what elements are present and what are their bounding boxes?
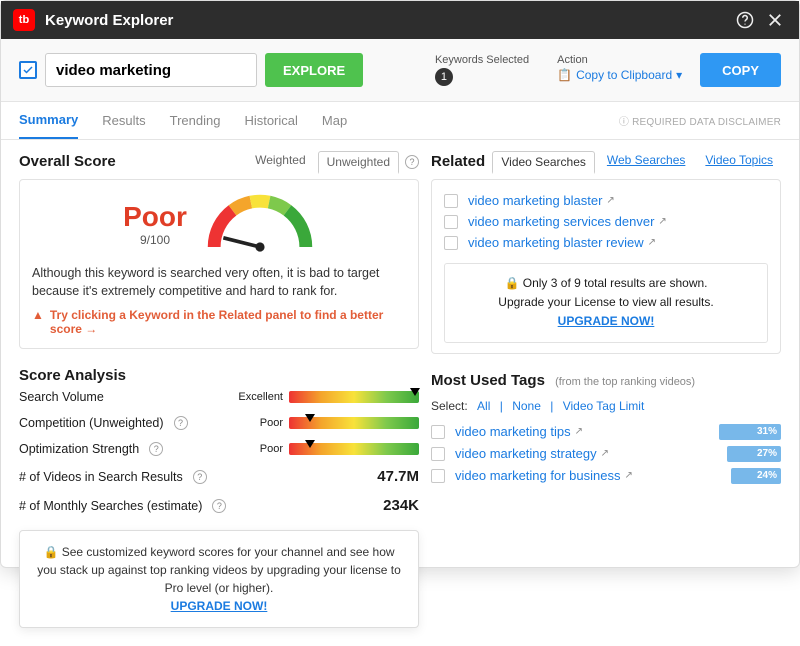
keyword-input[interactable]	[45, 53, 257, 87]
score-word: Poor	[123, 201, 187, 233]
select-limit[interactable]: Video Tag Limit	[563, 399, 645, 413]
keywords-selected-count: 1	[435, 68, 453, 86]
related-link[interactable]: video marketing blaster review	[468, 235, 644, 250]
tag-link[interactable]: video marketing for business	[455, 468, 620, 483]
close-icon[interactable]	[763, 8, 787, 32]
item-checkbox[interactable]	[444, 215, 458, 229]
item-checkbox[interactable]	[444, 194, 458, 208]
rel-tab-video-topics[interactable]: Video Topics	[697, 150, 781, 173]
gauge-icon	[205, 192, 315, 256]
keyword-checkbox[interactable]	[19, 61, 37, 79]
external-icon[interactable]: ↗	[648, 237, 656, 248]
tab-historical[interactable]: Historical	[244, 103, 297, 138]
tubebuddy-logo: tb	[13, 9, 35, 31]
sa-row-monthly-searches: # of Monthly Searches (estimate)? 234K	[19, 491, 419, 520]
score-description: Although this keyword is searched very o…	[32, 264, 406, 300]
related-item: video marketing blaster review ↗	[444, 232, 768, 253]
subtab-unweighted[interactable]: Unweighted	[318, 151, 399, 174]
upgrade-link[interactable]: UPGRADE NOW!	[171, 599, 268, 613]
action-label: Action	[557, 54, 682, 66]
tag-pct: 27%	[727, 446, 781, 462]
related-link[interactable]: video marketing blaster	[468, 193, 602, 208]
related-title: Related	[431, 153, 492, 170]
tag-item: video marketing for business ↗ 24%	[431, 465, 781, 487]
upgrade-link[interactable]: UPGRADE NOW!	[558, 314, 655, 328]
help-icon[interactable]: ?	[405, 155, 419, 169]
help-icon[interactable]: ?	[149, 442, 163, 456]
score-analysis-title: Score Analysis	[19, 367, 419, 384]
external-icon[interactable]: ↗	[658, 216, 666, 227]
app-title: Keyword Explorer	[45, 12, 727, 29]
copy-icon: 📋	[557, 68, 572, 82]
tag-item: video marketing strategy ↗ 27%	[431, 443, 781, 465]
rel-tab-video-searches[interactable]: Video Searches	[492, 151, 595, 174]
help-icon[interactable]: ?	[212, 499, 226, 513]
external-icon[interactable]: ↗	[624, 470, 632, 481]
help-icon[interactable]	[733, 8, 757, 32]
warning-icon: ▲	[32, 308, 44, 322]
copy-button[interactable]: COPY	[700, 53, 781, 87]
overall-score-panel: Poor 9/100 Although this keyword is sear…	[19, 179, 419, 349]
related-item: video marketing services denver ↗	[444, 211, 768, 232]
external-icon[interactable]: ↗	[575, 426, 583, 437]
tag-link[interactable]: video marketing tips	[455, 424, 571, 439]
sa-row-search-volume: Search Volume Excellent	[19, 384, 419, 410]
tag-link[interactable]: video marketing strategy	[455, 446, 597, 461]
select-label: Select:	[431, 399, 468, 413]
external-icon[interactable]: ↗	[606, 195, 614, 206]
score-tip[interactable]: ▲ Try clicking a Keyword in the Related …	[32, 308, 406, 336]
keywords-selected: Keywords Selected 1	[435, 54, 529, 86]
sa-row-competition: Competition (Unweighted)? Poor	[19, 410, 419, 436]
item-checkbox[interactable]	[431, 469, 445, 483]
related-item: video marketing blaster ↗	[444, 190, 768, 211]
tab-results[interactable]: Results	[102, 103, 145, 138]
tab-trending[interactable]: Trending	[170, 103, 221, 138]
tag-pct: 31%	[719, 424, 781, 440]
upgrade-popover: 🔒 See customized keyword scores for your…	[19, 530, 419, 628]
data-disclaimer[interactable]: REQUIRED DATA DISCLAIMER	[619, 113, 781, 128]
help-icon[interactable]: ?	[174, 416, 188, 430]
chevron-down-icon: ▾	[676, 68, 682, 82]
tag-pct: 24%	[731, 468, 781, 484]
select-none[interactable]: None	[512, 399, 541, 413]
related-list: video marketing blaster ↗ video marketin…	[431, 179, 781, 354]
select-all[interactable]: All	[477, 399, 490, 413]
tab-map[interactable]: Map	[322, 103, 347, 138]
item-checkbox[interactable]	[431, 425, 445, 439]
help-icon[interactable]: ?	[193, 470, 207, 484]
score-number: 9/100	[123, 233, 187, 247]
related-locked-notice: 🔒 Only 3 of 9 total results are shown. U…	[444, 263, 768, 343]
action-dropdown[interactable]: 📋 Copy to Clipboard ▾	[557, 68, 682, 82]
external-icon[interactable]: ↗	[601, 448, 609, 459]
most-used-tags-title: Most Used Tags (from the top ranking vid…	[431, 372, 781, 389]
item-checkbox[interactable]	[431, 447, 445, 461]
explore-button[interactable]: EXPLORE	[265, 53, 363, 87]
sa-row-video-count: # of Videos in Search Results? 47.7M	[19, 462, 419, 491]
rel-tab-web-searches[interactable]: Web Searches	[599, 150, 694, 173]
subtab-weighted[interactable]: Weighted	[247, 150, 313, 173]
overall-score-title: Overall Score	[19, 153, 247, 170]
tag-item: video marketing tips ↗ 31%	[431, 421, 781, 443]
sa-row-optimization: Optimization Strength? Poor	[19, 436, 419, 462]
related-link[interactable]: video marketing services denver	[468, 214, 654, 229]
item-checkbox[interactable]	[444, 236, 458, 250]
tab-summary[interactable]: Summary	[19, 102, 78, 139]
